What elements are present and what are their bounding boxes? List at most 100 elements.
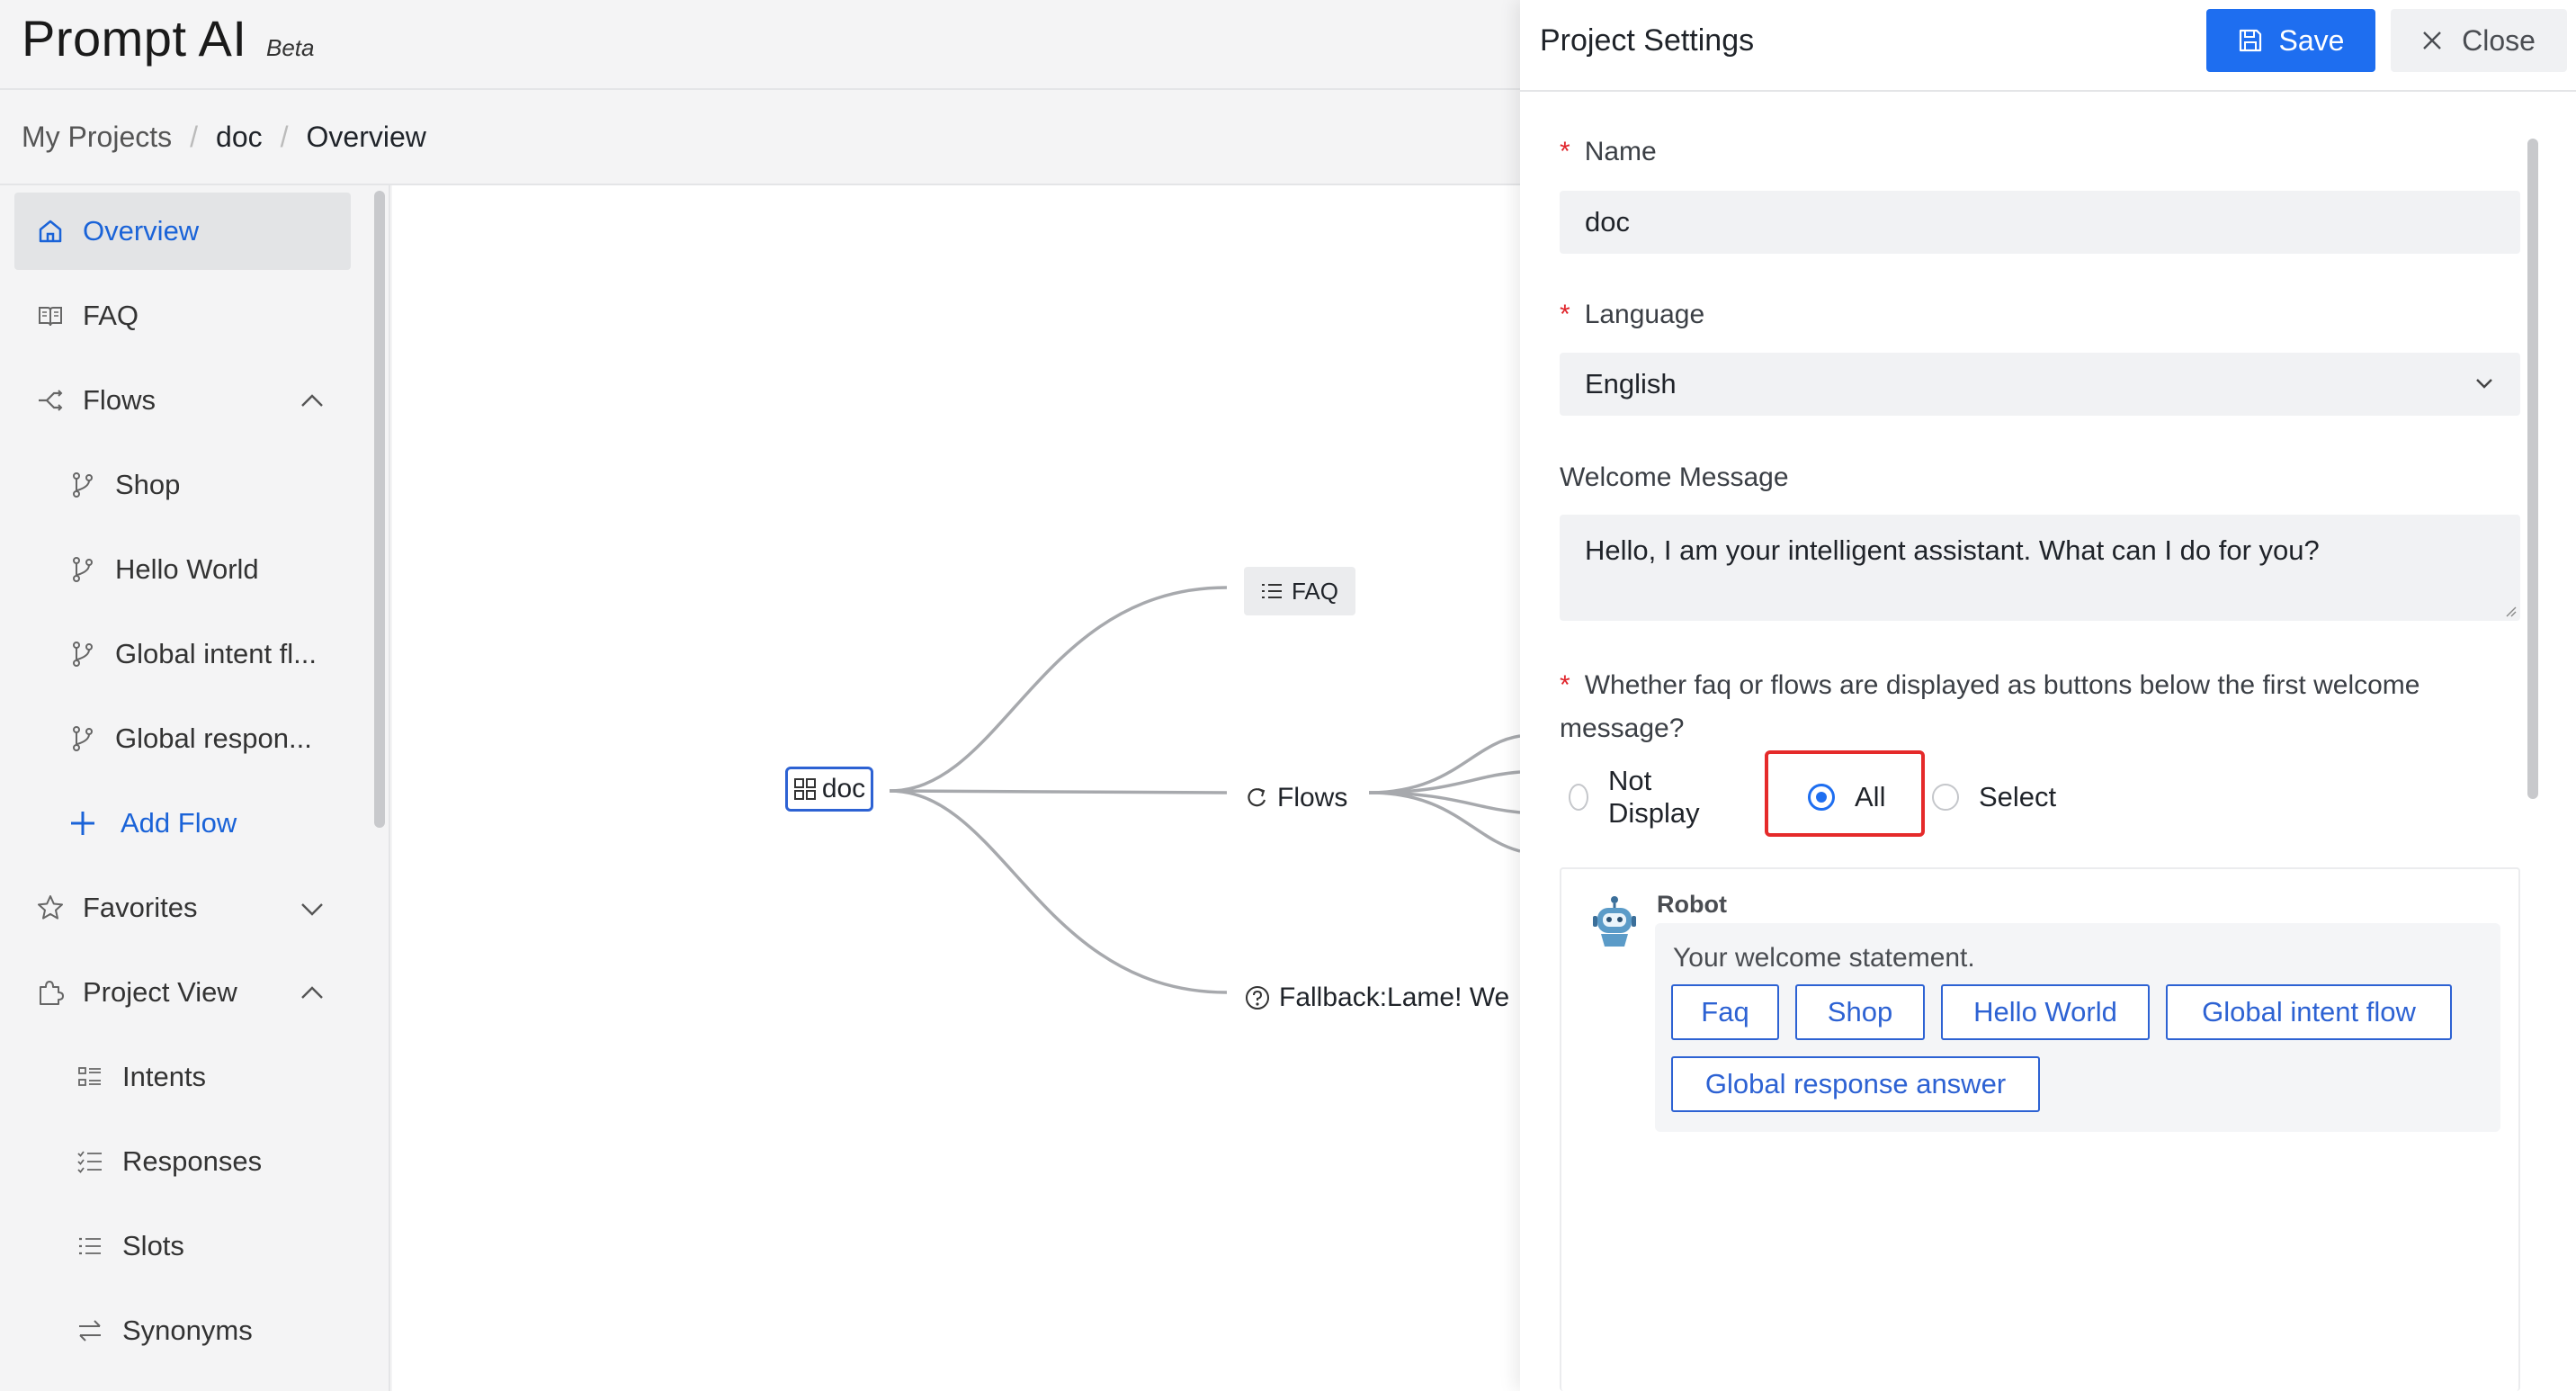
sidebar-item-flow-shop[interactable]: Shop bbox=[14, 446, 351, 524]
breadcrumb-current: Overview bbox=[306, 121, 426, 153]
sidebar-item-label: Synonyms bbox=[122, 1315, 253, 1346]
quick-reply-faq[interactable]: Faq bbox=[1671, 984, 1779, 1040]
sidebar-item-responses[interactable]: Responses bbox=[14, 1123, 351, 1200]
chevron-up-icon[interactable] bbox=[299, 388, 326, 415]
question-circle-icon bbox=[1246, 986, 1269, 1010]
breadcrumb-separator: / bbox=[190, 121, 199, 153]
sidebar-item-label: FAQ bbox=[83, 300, 139, 331]
quick-reply-hello-world[interactable]: Hello World bbox=[1941, 984, 2150, 1040]
beta-badge: Beta bbox=[266, 34, 315, 61]
breadcrumb-project[interactable]: doc bbox=[216, 121, 263, 154]
sidebar-item-label: Shop bbox=[115, 469, 181, 500]
breadcrumb-my-projects[interactable]: My Projects bbox=[22, 121, 172, 154]
language-label: * Language bbox=[1560, 300, 1705, 329]
required-mark: * bbox=[1560, 137, 1570, 166]
swap-icon bbox=[79, 1320, 101, 1342]
close-icon bbox=[2423, 31, 2441, 49]
sidebar-item-flow-global-response[interactable]: Global respon... bbox=[14, 700, 351, 777]
branch-icon bbox=[73, 557, 93, 582]
puzzle-icon bbox=[40, 981, 64, 1005]
add-flow-label: Add Flow bbox=[121, 807, 237, 839]
add-flow-button[interactable]: Add Flow bbox=[14, 785, 351, 862]
sidebar-item-faq[interactable]: FAQ bbox=[14, 277, 351, 354]
chevron-up-icon[interactable] bbox=[299, 980, 326, 1007]
sidebar-item-label: Overview bbox=[83, 215, 200, 247]
branch-icon bbox=[73, 726, 93, 751]
home-icon bbox=[39, 220, 62, 243]
sidebar-item-label: Favorites bbox=[83, 892, 198, 923]
language-select[interactable]: English bbox=[1560, 353, 2520, 416]
sidebar-item-label: Global intent fl... bbox=[115, 638, 318, 669]
mindmap-flows-node[interactable]: Flows bbox=[1245, 776, 1347, 821]
quick-reply-global-response-answer[interactable]: Global response answer bbox=[1671, 1056, 2040, 1112]
sidebar-item-slots[interactable]: Slots bbox=[14, 1207, 351, 1285]
welcome-message-label: Welcome Message bbox=[1560, 462, 1789, 492]
panel-title: Project Settings bbox=[1540, 23, 1755, 58]
radio-circle bbox=[1932, 784, 1959, 811]
sidebar-item-label: Slots bbox=[122, 1230, 184, 1261]
language-value: English bbox=[1585, 368, 1677, 399]
checklist-icon bbox=[77, 1151, 102, 1173]
name-label: * Name bbox=[1560, 137, 1657, 166]
welcome-preview: Robot Your welcome statement. Faq Shop H… bbox=[1560, 867, 2520, 1391]
branch-icon bbox=[73, 472, 93, 498]
node-label: Flows bbox=[1277, 783, 1348, 812]
sidebar-item-flow-hello-world[interactable]: Hello World bbox=[14, 531, 351, 608]
welcome-statement: Your welcome statement. bbox=[1673, 943, 1975, 973]
welcome-message-text: Hello, I am your intelligent assistant. … bbox=[1585, 534, 2320, 566]
close-button[interactable]: Close bbox=[2391, 9, 2567, 72]
sidebar-item-project-view[interactable]: Project View bbox=[14, 954, 351, 1031]
sidebar-item-flow-global-intent[interactable]: Global intent fl... bbox=[14, 615, 351, 693]
mindmap-fallback-node[interactable]: Fallback:Lame! We bbox=[1245, 975, 1509, 1020]
sidebar-item-label: Intents bbox=[122, 1061, 207, 1092]
mindmap-faq-node[interactable]: FAQ bbox=[1244, 567, 1355, 615]
list-icon bbox=[79, 1237, 101, 1255]
sidebar-item-label: Project View bbox=[83, 976, 237, 1008]
name-field[interactable]: doc bbox=[1560, 191, 2520, 254]
robot-name: Robot bbox=[1657, 891, 1727, 918]
required-mark: * bbox=[1560, 670, 1570, 700]
radio-label: Select bbox=[1979, 781, 2057, 812]
list-grid-icon bbox=[78, 1067, 101, 1086]
welcome-message-textarea[interactable]: Hello, I am your intelligent assistant. … bbox=[1560, 515, 2520, 621]
quick-reply-global-intent-flow[interactable]: Global intent flow bbox=[2166, 984, 2452, 1040]
branch-icon bbox=[73, 642, 93, 667]
loop-icon bbox=[1248, 788, 1266, 807]
resize-handle-icon[interactable] bbox=[2502, 603, 2517, 617]
sidebar-item-label: Hello World bbox=[115, 553, 259, 585]
save-button[interactable]: Save bbox=[2206, 9, 2375, 72]
sidebar-item-label: Flows bbox=[83, 384, 156, 416]
top-bar: Prompt AI Beta bbox=[0, 0, 1520, 90]
sidebar: Overview FAQ Flows Shop Hello World Glob… bbox=[0, 185, 365, 1391]
save-icon bbox=[2239, 29, 2261, 52]
node-label: FAQ bbox=[1291, 577, 1338, 605]
quick-reply-shop[interactable]: Shop bbox=[1795, 984, 1925, 1040]
sidebar-scrollbar[interactable] bbox=[374, 191, 385, 828]
required-mark: * bbox=[1560, 300, 1570, 329]
panel-header: Project Settings Save Close bbox=[1520, 0, 2576, 92]
flow-icon bbox=[39, 390, 63, 411]
star-icon bbox=[38, 895, 63, 920]
sidebar-item-overview[interactable]: Overview bbox=[14, 193, 351, 270]
close-label: Close bbox=[2462, 23, 2536, 57]
sidebar-item-label: Global respon... bbox=[115, 722, 312, 754]
app-logo: Prompt AI bbox=[22, 10, 247, 67]
sidebar-item-label: Responses bbox=[122, 1145, 263, 1177]
sidebar-item-flows[interactable]: Flows bbox=[14, 362, 351, 439]
node-label: doc bbox=[821, 774, 866, 803]
mindmap-canvas[interactable]: doc FAQ Flows Fallback:Lame! We bbox=[392, 185, 1520, 1391]
sidebar-item-intents[interactable]: Intents bbox=[14, 1038, 351, 1116]
radio-not-display[interactable]: Not Display bbox=[1569, 765, 1707, 829]
node-label: Fallback:Lame! We bbox=[1279, 983, 1510, 1012]
plus-icon bbox=[71, 812, 94, 835]
sidebar-item-synonyms[interactable]: Synonyms bbox=[14, 1292, 351, 1369]
book-icon bbox=[39, 307, 62, 327]
sidebar-item-favorites[interactable]: Favorites bbox=[14, 869, 351, 947]
mindmap-root-node[interactable]: doc bbox=[785, 767, 873, 812]
grid-icon bbox=[793, 778, 816, 800]
radio-label: Not Display bbox=[1607, 765, 1700, 829]
save-label: Save bbox=[2278, 23, 2345, 57]
breadcrumb-separator: / bbox=[280, 121, 289, 153]
chevron-down-icon[interactable] bbox=[299, 895, 326, 922]
radio-select[interactable]: Select bbox=[1932, 772, 2056, 822]
